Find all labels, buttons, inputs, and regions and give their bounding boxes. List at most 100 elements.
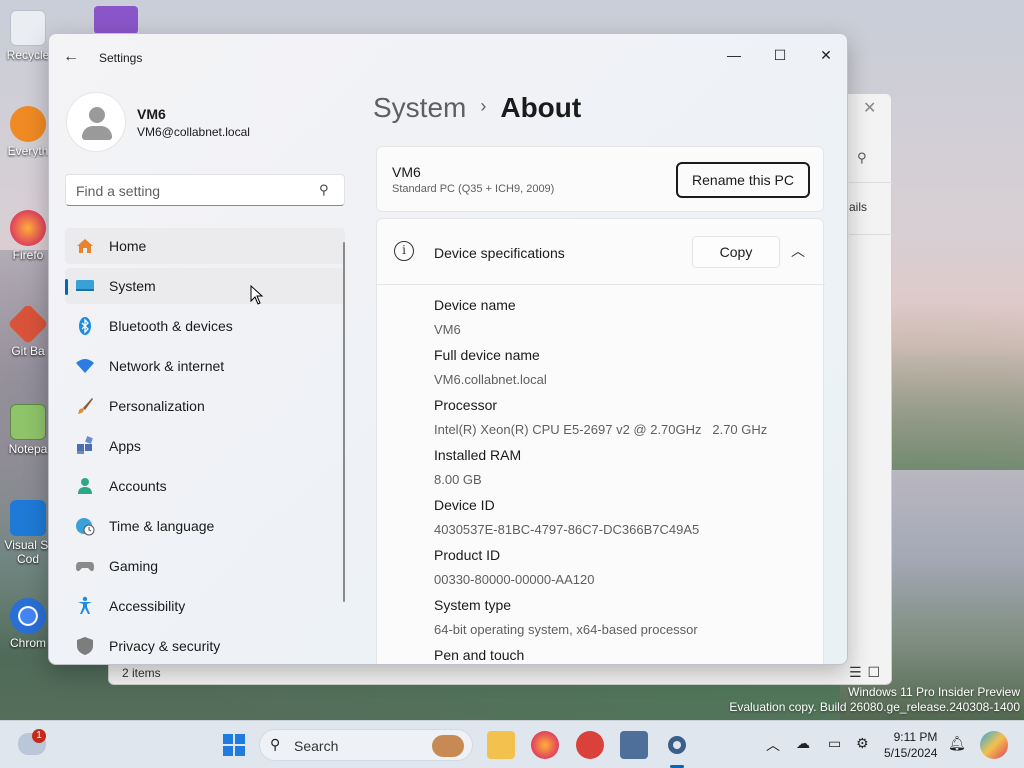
desktop-icon-git-bash[interactable]: Git Ba xyxy=(4,306,52,358)
sidebar-item-label: Network & internet xyxy=(109,358,225,374)
sidebar-scrollbar[interactable] xyxy=(343,242,345,602)
pc-info-card: VM6 Standard PC (Q35 + ICH9, 2009) Renam… xyxy=(376,146,824,212)
find-setting-search[interactable]: ⚲ xyxy=(65,174,345,206)
chevron-up-icon[interactable]: ︿ xyxy=(791,241,805,261)
bell-icon[interactable]: 🔔︎ xyxy=(948,735,966,752)
spec-row: Pen and touch xyxy=(434,647,767,664)
git-bash-icon xyxy=(7,306,49,345)
minimize-button[interactable]: — xyxy=(711,40,757,70)
settings-gear-icon[interactable] xyxy=(663,731,691,759)
search-icon: ⚲ xyxy=(319,182,329,197)
spec-label: Full device name xyxy=(434,347,540,363)
desktop-icon-firefox[interactable]: Firefo xyxy=(4,210,52,262)
sidebar-item-time-language[interactable]: Time & language xyxy=(65,508,345,544)
system-clock[interactable]: 9:11 PM 5/15/2024 xyxy=(884,729,937,761)
sidebar-item-label: Personalization xyxy=(109,398,205,414)
maximize-button[interactable]: ☐ xyxy=(757,40,803,70)
desktop-icon-label: Everyth xyxy=(7,144,49,158)
sidebar-item-gaming[interactable]: Gaming xyxy=(65,548,345,584)
spec-value: 00330-80000-00000-AA120 xyxy=(434,572,595,587)
details-label[interactable]: ails xyxy=(849,200,867,214)
shield-icon xyxy=(77,637,93,655)
firefox-icon[interactable] xyxy=(531,731,559,759)
copy-button[interactable]: Copy xyxy=(692,236,780,268)
info-icon: i xyxy=(394,241,414,261)
mouse-cursor-icon xyxy=(250,285,264,305)
close-icon[interactable]: ✕ xyxy=(863,98,876,118)
page-title: About xyxy=(500,92,582,123)
desktop-icon-recycle-bin[interactable]: Recycle xyxy=(4,10,52,62)
sidebar-item-apps[interactable]: Apps xyxy=(65,428,345,464)
file-explorer-icon[interactable] xyxy=(487,731,515,759)
title-bar[interactable]: ← Settings — ☐ ✕ xyxy=(49,34,847,80)
copilot-icon[interactable] xyxy=(980,731,1008,759)
spec-row: Processor Intel(R) Xeon(R) CPU E5-2697 v2… xyxy=(434,397,767,447)
clock-date: 5/15/2024 xyxy=(884,746,938,760)
sidebar-item-bluetooth[interactable]: Bluetooth & devices xyxy=(65,308,345,344)
spec-label: Processor xyxy=(434,397,498,413)
sidebar-item-label: Bluetooth & devices xyxy=(109,318,233,334)
spec-value: 4030537E-81BC-4797-86C7-DC366B7C49A5 xyxy=(434,522,700,537)
brush-icon xyxy=(78,398,93,414)
sidebar-item-label: Apps xyxy=(109,438,141,454)
spec-value: VM6.collabnet.local xyxy=(434,372,547,387)
sidebar-item-label: Home xyxy=(109,238,147,254)
search-input[interactable] xyxy=(76,181,306,201)
app-icon-red[interactable] xyxy=(576,731,604,759)
clock-time: 9:11 PM xyxy=(893,730,938,744)
device-specifications-header[interactable]: i Device specifications Copy ︿ xyxy=(377,219,825,285)
globe-clock-icon xyxy=(76,518,95,536)
wifi-icon xyxy=(76,359,94,373)
close-button[interactable]: ✕ xyxy=(803,40,847,70)
spec-label: Device ID xyxy=(434,497,495,513)
cloud-offline-icon[interactable]: ☁ xyxy=(796,735,810,752)
spec-value: 64-bit operating system, x64-based proce… xyxy=(434,622,698,637)
sidebar-item-system[interactable]: System xyxy=(65,268,345,304)
back-arrow-icon[interactable]: ← xyxy=(63,48,83,68)
breadcrumb: System › About xyxy=(373,92,581,124)
search-icon[interactable]: ⚲ xyxy=(857,150,867,166)
sidebar-item-label: Privacy & security xyxy=(109,638,221,654)
spec-list: Device name VM6 Full device name VM6.colla… xyxy=(434,297,767,664)
avatar[interactable] xyxy=(66,92,126,152)
sidebar-item-privacy[interactable]: Privacy & security xyxy=(65,628,345,664)
watermark-line: Evaluation copy. Build 26080.ge_release.… xyxy=(729,700,1020,714)
sidebar-item-accessibility[interactable]: Accessibility xyxy=(65,588,345,624)
selection-indicator xyxy=(65,279,68,295)
desktop-icon-chrome[interactable]: Chrom xyxy=(4,598,52,650)
notification-badge: 1 xyxy=(32,729,46,743)
desktop-icon-everything[interactable]: Everyth xyxy=(4,106,52,158)
desktop-icon-label: Recycle xyxy=(6,48,50,62)
desktop-icon-label: Firefo xyxy=(12,248,44,262)
rename-pc-button[interactable]: Rename this PC xyxy=(676,162,810,198)
spec-label: Product ID xyxy=(434,547,501,563)
desktop-icon-notepad[interactable]: Notepa xyxy=(4,404,52,456)
network-app-icon[interactable] xyxy=(620,731,648,759)
item-count: 2 items xyxy=(122,666,161,680)
chevron-up-icon[interactable]: ︿ xyxy=(766,735,780,755)
desktop-icon-vscode[interactable]: Visual St Cod xyxy=(4,500,52,566)
gamepad-icon xyxy=(76,562,94,572)
sidebar-item-home[interactable]: Home xyxy=(65,228,345,264)
spec-row: System type 64-bit operating system, x64-… xyxy=(434,597,767,647)
view-toggle-icons[interactable]: ☰☐ xyxy=(849,664,886,681)
search-label: Search xyxy=(294,738,339,754)
sidebar-item-accounts[interactable]: Accounts xyxy=(65,468,345,504)
accounts-icon xyxy=(78,478,92,494)
desktop-icon-label: Notepa xyxy=(8,442,48,456)
divider xyxy=(849,182,893,183)
divider xyxy=(849,234,893,235)
spec-label: Pen and touch xyxy=(434,647,525,663)
everything-search-icon xyxy=(10,106,46,142)
sidebar-item-network[interactable]: Network & internet xyxy=(65,348,345,384)
display-icon[interactable]: ▭ xyxy=(828,735,841,752)
sidebar-item-personalization[interactable]: Personalization xyxy=(65,388,345,424)
visual-studio-icon[interactable] xyxy=(94,6,138,34)
language-icon[interactable]: ⚙ xyxy=(856,735,869,752)
breadcrumb-parent[interactable]: System xyxy=(373,92,466,123)
taskbar-search[interactable]: ⚲ Search xyxy=(259,729,473,761)
search-icon: ⚲ xyxy=(270,736,281,752)
firefox-icon xyxy=(10,210,46,246)
windows-start-icon[interactable] xyxy=(220,731,248,759)
profile-email: VM6@collabnet.local xyxy=(137,125,250,139)
